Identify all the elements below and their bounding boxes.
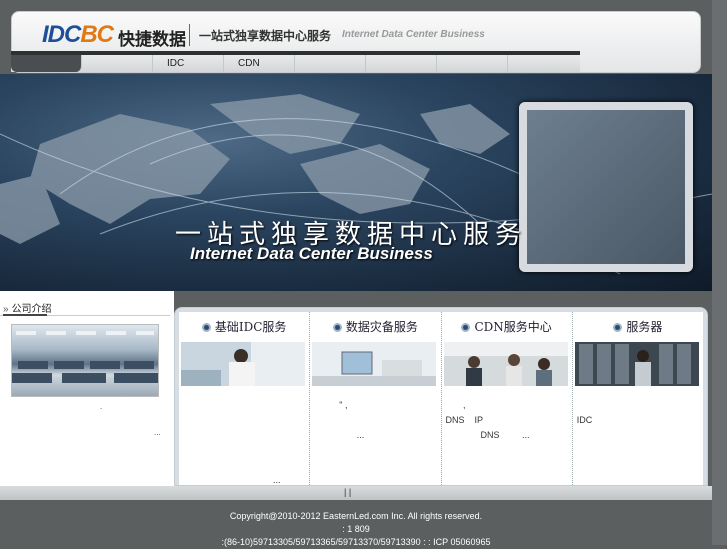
monitor-graphic: [519, 102, 693, 272]
service-desc-idc: ...: [273, 475, 281, 485]
section-underline: [3, 314, 47, 316]
bullet-icon: [461, 323, 471, 332]
main-nav: IDC CDN: [11, 51, 580, 72]
service-desc-server: IDC: [576, 415, 593, 425]
service-column-idc: 基础IDC服务 ...: [179, 312, 311, 485]
nav-item-idc[interactable]: IDC: [153, 55, 224, 72]
service-image-backup[interactable]: [312, 342, 437, 386]
slogan-english: Internet Data Center Business: [342, 29, 485, 40]
footer-links-bar: | |: [0, 486, 712, 500]
company-intro-title[interactable]: » 公司介绍: [3, 300, 52, 315]
nav-item-6[interactable]: [366, 55, 437, 72]
service-title-backup[interactable]: 数据灾备服务: [310, 318, 440, 335]
services-columns: 基础IDC服务 ... 数据灾备服务 " , ... CDN服务中心 , DNS…: [179, 312, 703, 485]
company-intro-section: » 公司介绍 . ...: [0, 291, 174, 486]
brand-name: 快捷数据: [118, 30, 186, 49]
bullet-icon: [332, 323, 342, 332]
banner-title-en: Internet Data Center Business: [190, 244, 433, 263]
service-image-cdn[interactable]: [443, 342, 568, 386]
footer-links[interactable]: | |: [344, 487, 351, 497]
intro-more-link[interactable]: ...: [154, 428, 161, 437]
bullet-icon: [201, 323, 211, 332]
service-title-idc-label: 基础IDC服务: [214, 320, 287, 334]
copyright-text: Copyright@2010-2012 EasternLed.com Inc. …: [229, 511, 483, 521]
nav-item-8[interactable]: [508, 55, 579, 72]
nav-item-7[interactable]: [437, 55, 508, 72]
service-title-server[interactable]: 服务器: [573, 318, 703, 335]
brand-divider: [189, 24, 190, 46]
footer-contact: :(86-10)59713305/59713365/59713370/59713…: [221, 537, 491, 547]
footer-address: : 1 809: [342, 524, 370, 534]
bullet-icon: [613, 323, 623, 332]
nav-item-2[interactable]: [82, 55, 153, 72]
page-edge: [712, 0, 727, 545]
service-title-backup-label: 数据灾备服务: [345, 320, 418, 334]
service-title-server-label: 服务器: [626, 320, 663, 334]
slogan-chinese: 一站式独享数据中心服务: [199, 29, 332, 43]
service-image-server[interactable]: [574, 342, 699, 386]
hero-banner: 一站式独享数据中心服务 Internet Data Center Busines…: [0, 74, 712, 291]
service-title-idc[interactable]: 基础IDC服务: [179, 318, 309, 335]
service-title-cdn-label: CDN服务中心: [474, 320, 552, 334]
site-footer: Copyright@2010-2012 EasternLed.com Inc. …: [0, 500, 712, 547]
nav-item-home[interactable]: [11, 55, 82, 72]
nav-item-5[interactable]: [295, 55, 366, 72]
intro-text-1: .: [100, 402, 103, 411]
service-column-backup: 数据灾备服务 " , ...: [310, 312, 442, 485]
service-column-cdn: CDN服务中心 , DNS IP DNS ...: [442, 312, 573, 485]
office-illustration: [12, 331, 158, 383]
service-desc-cdn: , DNS IP DNS ...: [445, 400, 530, 440]
service-image-idc[interactable]: [181, 342, 305, 386]
services-panel: 基础IDC服务 ... 数据灾备服务 " , ... CDN服务中心 , DNS…: [174, 307, 708, 486]
service-column-server: 服务器 IDC: [573, 312, 703, 485]
service-desc-backup: " , ...: [339, 400, 365, 440]
logo-idc: IDC: [42, 21, 81, 48]
site-logo[interactable]: IDCBC: [42, 21, 114, 49]
nav-item-cdn[interactable]: CDN: [224, 55, 295, 72]
office-photo[interactable]: [11, 324, 159, 397]
service-title-cdn[interactable]: CDN服务中心: [442, 318, 572, 335]
logo-bc: BC: [80, 21, 114, 48]
